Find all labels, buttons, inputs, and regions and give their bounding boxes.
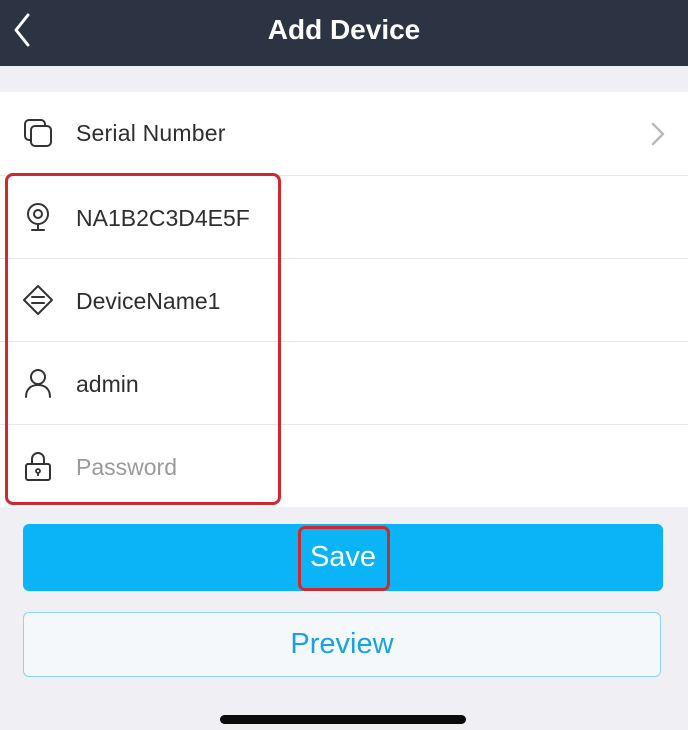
password-row[interactable] (0, 424, 688, 507)
chevron-right-icon (650, 121, 666, 147)
lock-icon (22, 450, 54, 482)
user-icon (22, 367, 54, 399)
camera-icon (22, 201, 54, 233)
device-tag-icon (22, 284, 54, 316)
serial-number-row[interactable]: Serial Number (0, 92, 688, 175)
username-input[interactable] (76, 362, 636, 406)
serial-number-input[interactable] (76, 196, 636, 240)
serial-number-label: Serial Number (76, 120, 226, 146)
username-row[interactable] (0, 341, 688, 424)
password-input[interactable] (76, 445, 636, 489)
preview-button[interactable]: Preview (23, 612, 661, 677)
device-name-input[interactable] (76, 279, 636, 323)
home-indicator (220, 715, 466, 724)
serial-number-icon (22, 117, 54, 149)
add-device-screen: Add Device Serial Number NA1B2C3D4E5F De… (0, 0, 688, 730)
save-button[interactable]: Save (23, 524, 663, 591)
page-title: Add Device (267, 14, 421, 45)
serial-value-row[interactable] (0, 175, 688, 258)
device-form: Serial Number (0, 92, 688, 507)
device-name-row[interactable] (0, 258, 688, 341)
navigation-bar: Add Device (0, 0, 688, 66)
